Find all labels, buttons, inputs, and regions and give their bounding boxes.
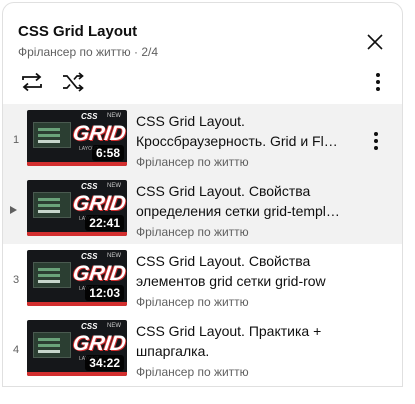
item-index: 4 (12, 344, 20, 356)
item-menu-button[interactable] (366, 130, 386, 152)
thumbnail-css-tag: CSS (81, 112, 98, 121)
thumbnail-red-bar (27, 302, 127, 306)
thumbnail-red-bar (27, 232, 127, 236)
video-title-line-2: шпаргалка. (136, 343, 210, 359)
thumbnail-grid-word: GRID (71, 332, 127, 355)
video-duration: 22:41 (85, 215, 124, 231)
separator-dot: · (134, 45, 139, 59)
item-index: 3 (12, 274, 20, 286)
thumbnail-red-bar (27, 162, 127, 166)
playlist-position: 2/4 (141, 45, 159, 59)
playlist-items: 1 CSS NEW GRID LAYOUT 6:58 CSS Grid Layo… (3, 104, 402, 384)
video-thumbnail[interactable]: CSS NEW GRID LAYOUT 6:58 (27, 110, 127, 166)
playlist-item-4[interactable]: 4 CSS NEW GRID LAYOUT 34:22 CSS Grid Lay… (3, 314, 402, 384)
video-title-line-1: CSS Grid Layout. (136, 113, 245, 129)
shuffle-button[interactable] (60, 71, 86, 93)
playlist-menu-button[interactable] (368, 70, 388, 94)
playlist-panel: CSS Grid Layout Фрілансер по життю · 2/4 (2, 2, 403, 387)
loop-button[interactable] (19, 71, 45, 93)
thumbnail-new-tag: NEW (107, 113, 121, 119)
video-title-line-1: CSS Grid Layout. Свойства (136, 253, 311, 269)
video-duration: 6:58 (91, 145, 124, 161)
thumbnail-screen-graphic (33, 192, 71, 218)
video-title-line-1: CSS Grid Layout. Практика + (136, 323, 322, 339)
playlist-channel[interactable]: Фрілансер по життю (18, 45, 131, 59)
more-vert-icon (376, 73, 380, 91)
video-title[interactable]: CSS Grid Layout. Кроссбраузерность. Grid… (136, 111, 341, 151)
thumbnail-screen-graphic (33, 262, 71, 288)
thumbnail-css-tag: CSS (81, 252, 98, 261)
loop-icon (22, 72, 42, 92)
item-index: 1 (12, 134, 20, 146)
thumbnail-grid-word: GRID (71, 262, 127, 285)
video-title-line-2: элементов grid сетки grid-row (136, 273, 326, 289)
shuffle-icon (63, 72, 84, 92)
thumbnail-new-tag: NEW (107, 323, 121, 329)
video-channel: Фрілансер по життю (136, 225, 249, 239)
playlist-header: CSS Grid Layout Фрілансер по життю · 2/4 (3, 3, 402, 103)
playlist-title[interactable]: CSS Grid Layout (18, 23, 137, 40)
thumbnail-new-tag: NEW (107, 183, 121, 189)
thumbnail-screen-graphic (33, 122, 71, 148)
video-thumbnail[interactable]: CSS NEW GRID LAYOUT 12:03 (27, 250, 127, 306)
playlist-subtitle: Фрілансер по життю · 2/4 (18, 45, 158, 59)
video-thumbnail[interactable]: CSS NEW GRID LAYOUT 22:41 (27, 180, 127, 236)
thumbnail-grid-word: GRID (71, 192, 127, 215)
video-title-line-2: определения сетки grid-template (136, 203, 341, 219)
playlist-item-3[interactable]: 3 CSS NEW GRID LAYOUT 12:03 CSS Grid Lay… (3, 244, 402, 314)
thumbnail-css-tag: CSS (81, 322, 98, 331)
video-title[interactable]: CSS Grid Layout. Свойства элементов grid… (136, 251, 341, 291)
thumbnail-grid-word: GRID (71, 122, 127, 145)
close-button[interactable] (363, 30, 387, 54)
video-title-line-2: Кроссбраузерность. Grid и Flexbox (136, 133, 341, 149)
video-duration: 12:03 (85, 285, 124, 301)
video-duration: 34:22 (85, 355, 124, 371)
playlist-item-1[interactable]: 1 CSS NEW GRID LAYOUT 6:58 CSS Grid Layo… (3, 104, 402, 174)
now-playing-icon (10, 206, 17, 214)
video-channel: Фрілансер по життю (136, 155, 249, 169)
thumbnail-new-tag: NEW (107, 253, 121, 259)
video-channel: Фрілансер по життю (136, 365, 249, 379)
thumbnail-css-tag: CSS (81, 182, 98, 191)
video-thumbnail[interactable]: CSS NEW GRID LAYOUT 34:22 (27, 320, 127, 376)
video-channel: Фрілансер по життю (136, 295, 249, 309)
video-title[interactable]: CSS Grid Layout. Свойства определения се… (136, 181, 341, 221)
more-vert-icon (374, 132, 378, 150)
playlist-item-2[interactable]: CSS NEW GRID LAYOUT 22:41 CSS Grid Layou… (3, 174, 402, 244)
video-title[interactable]: CSS Grid Layout. Практика + шпаргалка. (136, 321, 341, 361)
thumbnail-red-bar (27, 372, 127, 376)
close-icon (367, 34, 383, 50)
thumbnail-screen-graphic (33, 332, 71, 358)
video-title-line-1: CSS Grid Layout. Свойства (136, 183, 311, 199)
